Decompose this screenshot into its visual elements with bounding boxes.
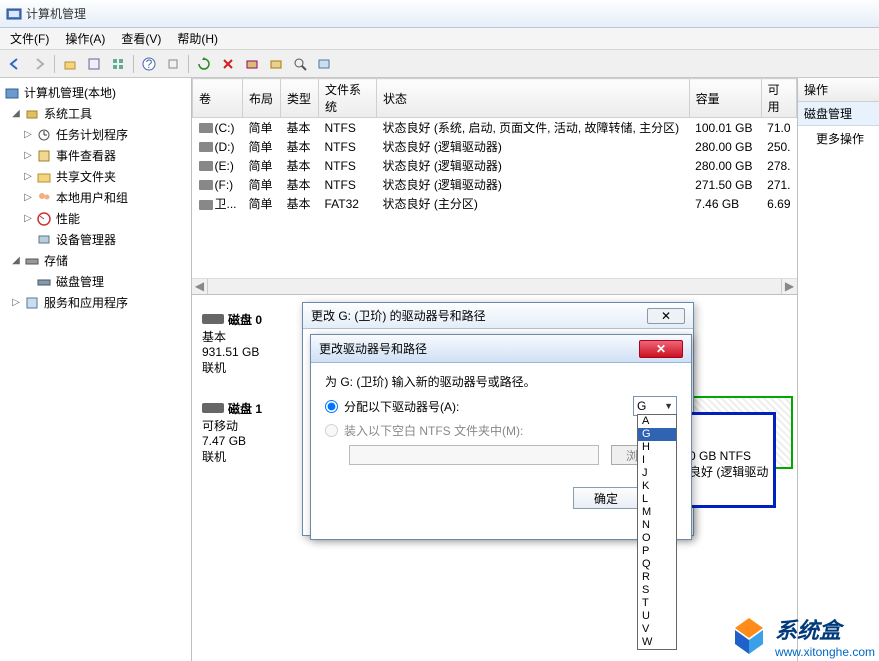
ok-button[interactable]: 确定 bbox=[573, 487, 639, 509]
dialog-prompt: 为 G: (卫玠) 输入新的驱动器号或路径。 bbox=[325, 373, 677, 390]
titlebar: 计算机管理 bbox=[0, 0, 879, 28]
expand-icon[interactable]: ▷ bbox=[22, 192, 34, 203]
help-button[interactable]: ? bbox=[138, 53, 160, 75]
view-button[interactable] bbox=[107, 53, 129, 75]
forward-button[interactable] bbox=[28, 53, 50, 75]
drive-letter-option[interactable]: W bbox=[638, 636, 676, 649]
action-panel: 操作 磁盘管理 更多操作 bbox=[797, 78, 879, 661]
col-capacity[interactable]: 容量 bbox=[689, 79, 761, 118]
volume-table[interactable]: 卷 布局 类型 文件系统 状态 容量 可用 (C:)简单基本NTFS状态良好 (… bbox=[192, 78, 797, 213]
col-status[interactable]: 状态 bbox=[377, 79, 690, 118]
tree-storage[interactable]: ◢存储 bbox=[2, 250, 189, 271]
disk-icon bbox=[202, 314, 224, 324]
drive-letter-select[interactable]: G▼ bbox=[633, 396, 677, 416]
up-button[interactable] bbox=[59, 53, 81, 75]
dialog-change-letter: 更改驱动器号和路径 ✕ 为 G: (卫玠) 输入新的驱动器号或路径。 分配以下驱… bbox=[310, 334, 692, 540]
drive-letter-option[interactable]: I bbox=[638, 454, 676, 467]
expand-icon[interactable]: ▷ bbox=[22, 150, 34, 161]
tree-systools[interactable]: ◢系统工具 bbox=[2, 103, 189, 124]
col-volume[interactable]: 卷 bbox=[193, 79, 243, 118]
back-button[interactable] bbox=[4, 53, 26, 75]
watermark: 系统盒 www.xitonghe.com bbox=[729, 613, 875, 659]
disk-icon bbox=[202, 403, 224, 413]
refresh-button[interactable] bbox=[193, 53, 215, 75]
watermark-logo-icon bbox=[729, 616, 769, 656]
drive-letter-option[interactable]: V bbox=[638, 623, 676, 636]
drive-letter-option[interactable]: N bbox=[638, 519, 676, 532]
col-layout[interactable]: 布局 bbox=[243, 79, 281, 118]
menubar: 文件(F) 操作(A) 查看(V) 帮助(H) bbox=[0, 28, 879, 50]
drive-letter-option[interactable]: O bbox=[638, 532, 676, 545]
tree-services[interactable]: ▷服务和应用程序 bbox=[2, 292, 189, 313]
col-type[interactable]: 类型 bbox=[281, 79, 319, 118]
action-header: 操作 bbox=[798, 78, 879, 102]
tool-btn-10[interactable] bbox=[265, 53, 287, 75]
tree-devmgr[interactable]: 设备管理器 bbox=[2, 229, 189, 250]
expand-icon[interactable]: ▷ bbox=[22, 213, 34, 224]
drive-letter-option[interactable]: Q bbox=[638, 558, 676, 571]
expand-icon[interactable]: ▷ bbox=[10, 297, 22, 308]
drive-letter-option[interactable]: G bbox=[638, 428, 676, 441]
tool-btn-6[interactable] bbox=[162, 53, 184, 75]
menu-help[interactable]: 帮助(H) bbox=[171, 28, 224, 49]
tree-diskmgmt[interactable]: 磁盘管理 bbox=[2, 271, 189, 292]
mount-path-input bbox=[349, 445, 599, 465]
props-button[interactable] bbox=[83, 53, 105, 75]
toolbar: ? bbox=[0, 50, 879, 78]
drive-letter-option[interactable]: R bbox=[638, 571, 676, 584]
table-row[interactable]: (D:)简单基本NTFS状态良好 (逻辑驱动器)280.00 GB250. bbox=[193, 137, 797, 156]
tool-btn-12[interactable] bbox=[313, 53, 335, 75]
close-button[interactable]: ✕ bbox=[639, 340, 683, 358]
col-free[interactable]: 可用 bbox=[761, 79, 796, 118]
drive-letter-option[interactable]: P bbox=[638, 545, 676, 558]
search-button[interactable] bbox=[289, 53, 311, 75]
tree-root[interactable]: 计算机管理(本地) bbox=[2, 82, 189, 103]
expand-icon[interactable]: ◢ bbox=[10, 108, 22, 119]
menu-view[interactable]: 查看(V) bbox=[115, 28, 167, 49]
drive-letter-option[interactable]: K bbox=[638, 480, 676, 493]
svg-text:?: ? bbox=[146, 57, 153, 71]
col-fs[interactable]: 文件系统 bbox=[319, 79, 377, 118]
action-more[interactable]: 更多操作 bbox=[798, 126, 879, 151]
drive-letter-option[interactable]: T bbox=[638, 597, 676, 610]
expand-icon[interactable]: ▷ bbox=[22, 129, 34, 140]
tree-scheduler[interactable]: ▷任务计划程序 bbox=[2, 124, 189, 145]
drive-letter-dropdown[interactable]: AGHIJKLMNOPQRSTUVW bbox=[637, 414, 677, 650]
delete-button[interactable] bbox=[217, 53, 239, 75]
table-row[interactable]: (C:)简单基本NTFS状态良好 (系统, 启动, 页面文件, 活动, 故障转储… bbox=[193, 118, 797, 138]
drive-letter-option[interactable]: M bbox=[638, 506, 676, 519]
app-icon bbox=[6, 6, 22, 22]
action-section[interactable]: 磁盘管理 bbox=[798, 102, 879, 126]
tree-perf[interactable]: ▷性能 bbox=[2, 208, 189, 229]
h-scrollbar[interactable]: ◀ ▶ bbox=[192, 278, 797, 294]
dialog-title: 更改 G: (卫玠) 的驱动器号和路径 bbox=[311, 307, 486, 324]
drive-letter-option[interactable]: A bbox=[638, 415, 676, 428]
partition-partial[interactable]: 0 GB NTFS 良好 (逻辑驱动 bbox=[684, 412, 776, 508]
drive-letter-option[interactable]: L bbox=[638, 493, 676, 506]
tree-eventviewer[interactable]: ▷事件查看器 bbox=[2, 145, 189, 166]
drive-letter-option[interactable]: H bbox=[638, 441, 676, 454]
close-button[interactable]: ✕ bbox=[647, 308, 685, 324]
expand-icon[interactable]: ▷ bbox=[22, 171, 34, 182]
drive-letter-option[interactable]: J bbox=[638, 467, 676, 480]
tree-panel[interactable]: 计算机管理(本地) ◢系统工具 ▷任务计划程序 ▷事件查看器 ▷共享文件夹 ▷本… bbox=[0, 78, 192, 661]
tree-users[interactable]: ▷本地用户和组 bbox=[2, 187, 189, 208]
radio-assign-letter[interactable] bbox=[325, 400, 338, 413]
drive-letter-option[interactable]: U bbox=[638, 610, 676, 623]
menu-file[interactable]: 文件(F) bbox=[4, 28, 55, 49]
radio-mount-folder bbox=[325, 424, 338, 437]
drive-letter-option[interactable]: S bbox=[638, 584, 676, 597]
dialog-title: 更改驱动器号和路径 bbox=[319, 340, 427, 357]
window-title: 计算机管理 bbox=[26, 5, 86, 22]
menu-action[interactable]: 操作(A) bbox=[59, 28, 111, 49]
expand-icon[interactable]: ◢ bbox=[10, 255, 22, 266]
tree-shared[interactable]: ▷共享文件夹 bbox=[2, 166, 189, 187]
table-row[interactable]: (F:)简单基本NTFS状态良好 (逻辑驱动器)271.50 GB271. bbox=[193, 175, 797, 194]
table-row[interactable]: (E:)简单基本NTFS状态良好 (逻辑驱动器)280.00 GB278. bbox=[193, 156, 797, 175]
table-row[interactable]: 卫...简单基本FAT32状态良好 (主分区)7.46 GB6.69 bbox=[193, 194, 797, 213]
tool-btn-9[interactable] bbox=[241, 53, 263, 75]
